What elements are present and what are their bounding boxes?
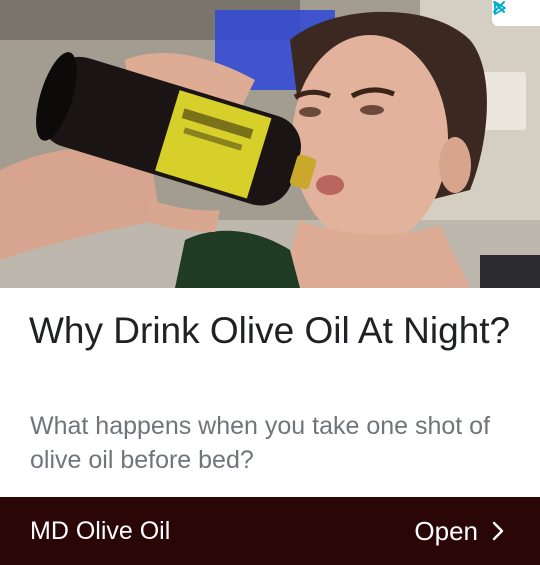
- chevron-right-icon: [492, 521, 504, 541]
- close-icon[interactable]: [492, 0, 506, 14]
- ad-image-illustration: [0, 0, 540, 288]
- open-button[interactable]: Open: [414, 516, 504, 547]
- display-ad[interactable]: Why Drink Olive Oil At Night? What happe…: [0, 0, 540, 565]
- adchoices-badge[interactable]: [492, 0, 540, 26]
- ad-image[interactable]: [0, 0, 540, 288]
- ad-description[interactable]: What happens when you take one shot of o…: [30, 409, 525, 477]
- ad-headline[interactable]: Why Drink Olive Oil At Night?: [29, 305, 519, 357]
- ad-footer-bar[interactable]: MD Olive Oil Open: [0, 497, 540, 565]
- open-button-label: Open: [414, 515, 478, 546]
- advertiser-name[interactable]: MD Olive Oil: [30, 517, 170, 546]
